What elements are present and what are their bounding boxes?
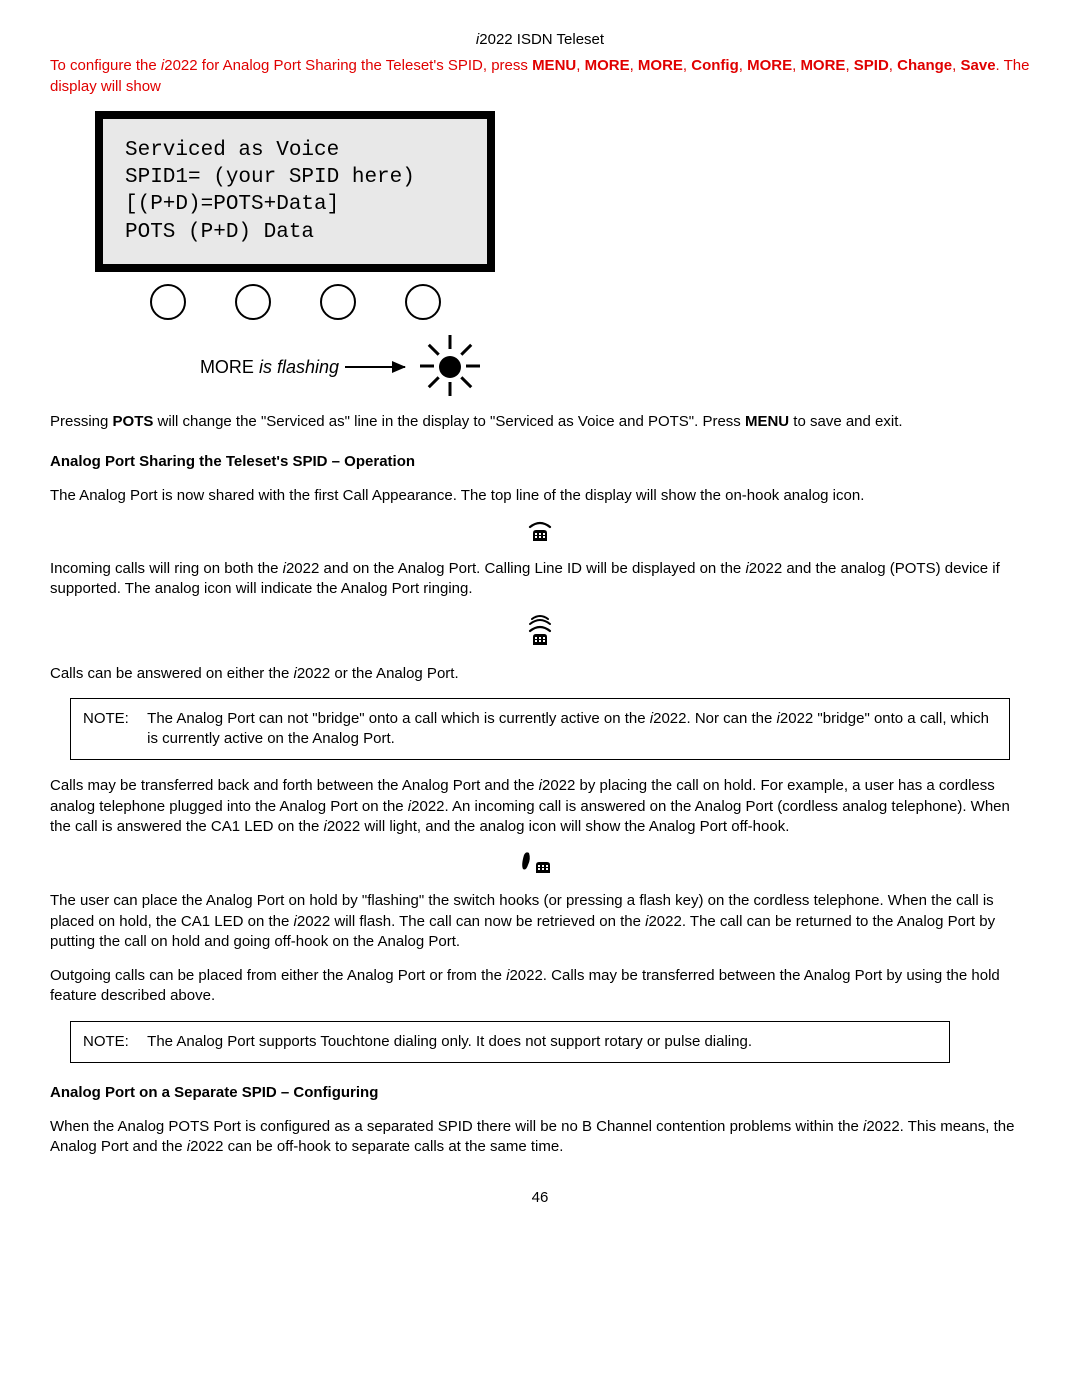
seq-save: Save [961,57,996,74]
phone-offhook-icon [521,851,559,881]
sep-p1: When the Analog POTS Port is configured … [50,1117,1030,1158]
page-number: 46 [50,1188,1030,1208]
op4a: Calls may be transferred back and forth … [50,777,539,794]
p1b: POTS [113,413,154,430]
p1c: will change the "Serviced as" line in th… [153,413,745,430]
phone-onhook-icon [526,521,554,549]
softkey-3[interactable] [320,284,356,320]
op2b: 2022 and on the Analog Port. Calling Lin… [286,560,745,577]
page-header: i2022 ISDN Teleset [50,30,1030,50]
n1b: 2022. Nor can the [653,710,776,727]
note2-label: NOTE: [83,1032,143,1052]
op5b: 2022 will flash. The call can now be ret… [297,913,645,930]
heading-separate-spid: Analog Port on a Separate SPID – Configu… [50,1083,1030,1103]
ringing-icon-row [50,613,1030,653]
intro-paragraph: To configure the i2022 for Analog Port S… [50,56,1030,97]
seq-more3: MORE [747,57,792,74]
onhook-icon-row [50,521,1030,549]
lcd-line1: Serviced as Voice [125,139,339,162]
op3a: Calls can be answered on either the [50,665,293,682]
offhook-icon-row [50,851,1030,881]
seq-more2: MORE [638,57,683,74]
op-p6: Outgoing calls can be placed from either… [50,966,1030,1007]
lcd-line4: POTS (P+D) Data [125,221,314,244]
flashing-led-icon [415,332,485,402]
seq-spid: SPID [854,57,889,74]
header-rest: 2022 ISDN Teleset [479,31,604,48]
intro-modelrest: 2022 for Analog Port Sharing the Teleset… [164,57,532,74]
lcd-line2: SPID1= (your SPID here) [125,166,415,189]
op6a: Outgoing calls can be placed from either… [50,967,506,984]
p1e: to save and exit. [789,413,902,430]
softkey-4[interactable] [405,284,441,320]
p1d: MENU [745,413,789,430]
op-p1: The Analog Port is now shared with the f… [50,486,1030,506]
more-flashing-label: MORE is flashing [200,355,339,379]
softkey-1[interactable] [150,284,186,320]
intro-pre: To configure the [50,57,161,74]
para-pots-menu: Pressing POTS will change the "Serviced … [50,412,1030,432]
seq-change: Change [897,57,952,74]
note1-label: NOTE: [83,709,143,729]
seq-more4: MORE [800,57,845,74]
op-p4: Calls may be transferred back and forth … [50,776,1030,837]
n1a: The Analog Port can not "bridge" onto a … [147,710,650,727]
heading-operation: Analog Port Sharing the Teleset's SPID –… [50,452,1030,472]
seq-more1: MORE [585,57,630,74]
note-box-2: NOTE: The Analog Port supports Touchtone… [70,1021,950,1063]
op-p5: The user can place the Analog Port on ho… [50,891,1030,952]
note2-text: The Analog Port supports Touchtone diali… [147,1032,931,1052]
sep1a: When the Analog POTS Port is configured … [50,1118,863,1135]
op-p3: Calls can be answered on either the i202… [50,664,1030,684]
p1a: Pressing [50,413,113,430]
note-box-1: NOTE: The Analog Port can not "bridge" o… [70,698,1010,761]
teleset-display-unit: Serviced as Voice SPID1= (your SPID here… [95,111,495,402]
seq-config: Config [691,57,738,74]
op-p2: Incoming calls will ring on both the i20… [50,559,1030,600]
more-flashing-row: MORE is flashing [95,332,495,402]
isflash-word: is flashing [259,357,339,377]
softkey-row [95,272,495,326]
op4d: 2022 will light, and the analog icon wil… [327,818,790,835]
op2a: Incoming calls will ring on both the [50,560,283,577]
note1-text: The Analog Port can not "bridge" onto a … [147,709,991,750]
lcd-screen: Serviced as Voice SPID1= (your SPID here… [95,111,495,272]
seq-menu: MENU [532,57,576,74]
sep1c: 2022 can be off-hook to separate calls a… [190,1138,563,1155]
phone-ringing-icon [526,613,554,653]
softkey-2[interactable] [235,284,271,320]
op3b: 2022 or the Analog Port. [297,665,459,682]
arrow-icon [345,366,405,368]
lcd-line3: [(P+D)=POTS+Data] [125,193,339,216]
more-word: MORE [200,357,259,377]
